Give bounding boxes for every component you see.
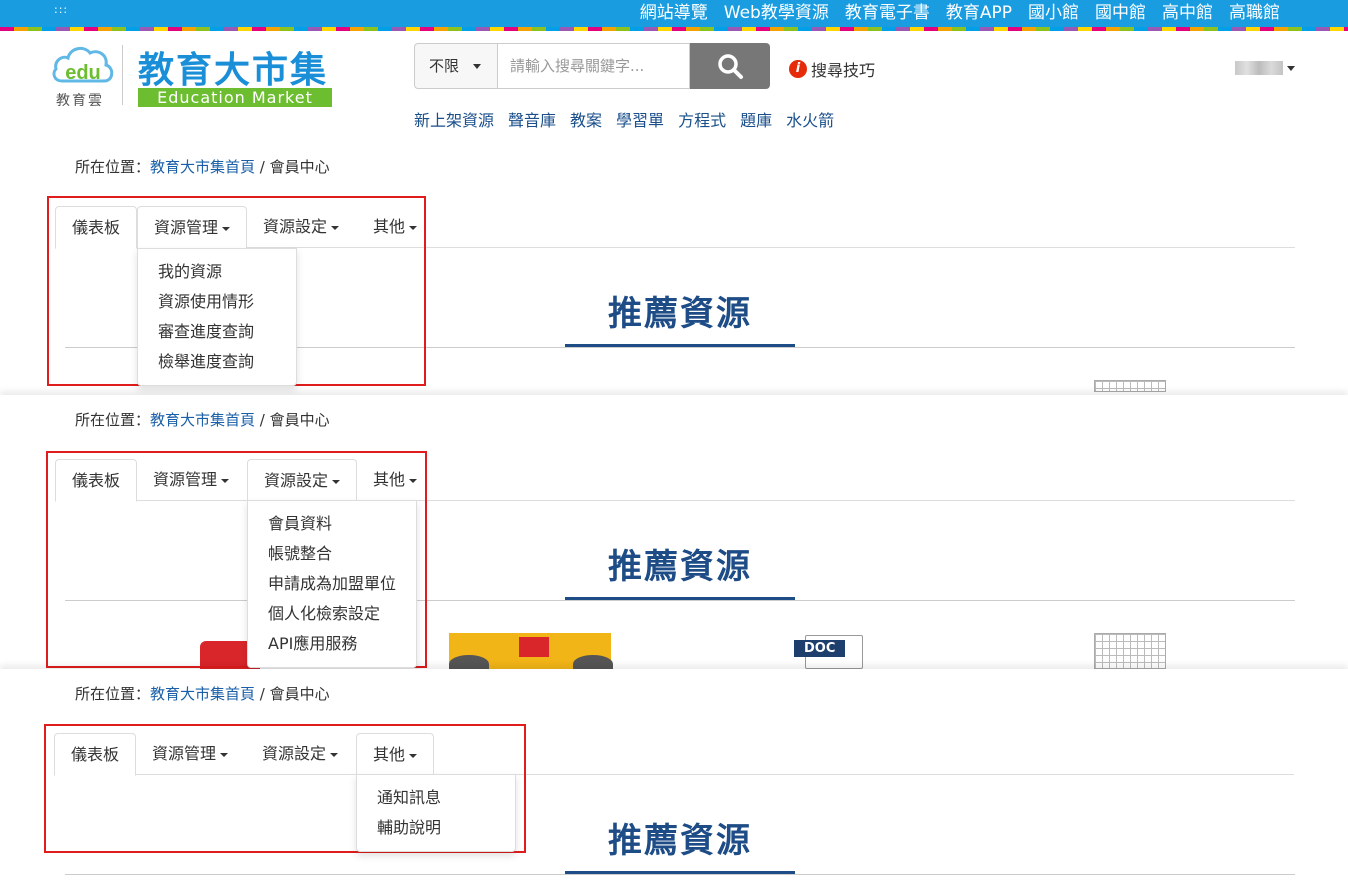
top-link-junior-high[interactable]: 國中館 <box>1095 1 1146 25</box>
breadcrumb-prefix: 所在位置： <box>75 411 151 429</box>
avatar <box>1235 61 1283 75</box>
resource-mgmt-menu: 我的資源 資源使用情形 審查進度查詢 檢舉進度查詢 <box>137 248 297 386</box>
search-bar: 不限 請輸入搜尋關鍵字... <box>414 43 770 89</box>
resource-settings-menu: 會員資料 帳號整合 申請成為加盟單位 個人化檢索設定 API應用服務 <box>247 500 417 668</box>
recommend-divider <box>65 874 1295 875</box>
breadcrumb-current: 會員中心 <box>269 158 330 176</box>
breadcrumb-separator: / <box>255 685 270 703</box>
svg-text:edu: edu <box>65 62 101 83</box>
menu-item-notifications[interactable]: 通知訊息 <box>357 783 515 813</box>
top-link-sitemap[interactable]: 網站導覽 <box>640 1 708 25</box>
other-menu: 通知訊息 輔助說明 <box>356 774 516 852</box>
top-link-vocational[interactable]: 高職館 <box>1229 1 1280 25</box>
panel-resource-settings: 所在位置：教育大市集首頁 / 會員中心 儀表板 資源管理 資源設定 其他 DOC… <box>0 395 1348 669</box>
top-link-senior-high[interactable]: 高中館 <box>1162 1 1213 25</box>
thumbnail-wheel <box>573 655 613 669</box>
resource-thumbnail[interactable] <box>1094 380 1166 392</box>
menu-item-account-link[interactable]: 帳號整合 <box>248 539 416 569</box>
thumbnail-badge <box>519 637 549 657</box>
menu-item-review-status[interactable]: 審查進度查詢 <box>138 317 296 347</box>
site-header: edu 教育雲 教育大市集 Education Market 不限 請輸入搜尋關… <box>0 31 1348 141</box>
search-icon <box>718 54 743 79</box>
doc-file-icon[interactable]: DOC <box>794 635 863 669</box>
menu-item-help[interactable]: 輔助說明 <box>357 813 515 843</box>
breadcrumb: 所在位置：教育大市集首頁 / 會員中心 <box>75 156 330 177</box>
quick-link-sound[interactable]: 聲音庫 <box>508 107 556 131</box>
quick-links: 新上架資源 聲音庫 教案 學習單 方程式 題庫 水火箭 <box>414 107 834 131</box>
search-tips-link[interactable]: i 搜尋技巧 <box>789 57 875 81</box>
user-menu[interactable] <box>1235 61 1295 75</box>
menu-item-api-service[interactable]: API應用服務 <box>248 629 416 659</box>
top-bar: ::: 網站導覽 Web教學資源 教育電子書 教育APP 國小館 國中館 高中館… <box>0 0 1348 27</box>
quick-link-water-rocket[interactable]: 水火箭 <box>786 107 834 131</box>
search-scope-value: 不限 <box>429 57 460 75</box>
recommend-underline <box>565 871 795 874</box>
quick-link-lesson-plan[interactable]: 教案 <box>570 107 602 131</box>
breadcrumb-prefix: 所在位置： <box>75 685 151 703</box>
doc-badge: DOC <box>794 640 846 657</box>
recommend-title: 推薦資源 <box>608 821 752 861</box>
breadcrumb-home-link[interactable]: 教育大市集首頁 <box>150 685 255 703</box>
breadcrumb-home-link[interactable]: 教育大市集首頁 <box>150 411 255 429</box>
menu-item-my-resources[interactable]: 我的資源 <box>138 257 296 287</box>
menu-item-personal-search[interactable]: 個人化檢索設定 <box>248 599 416 629</box>
recommend-title: 推薦資源 <box>608 294 752 334</box>
top-link-web-resources[interactable]: Web教學資源 <box>724 1 829 25</box>
chevron-down-icon <box>473 64 482 69</box>
site-title[interactable]: 教育大市集 <box>138 41 328 93</box>
search-input[interactable]: 請輸入搜尋關鍵字... <box>498 43 690 89</box>
resource-thumbnail[interactable] <box>1094 633 1166 669</box>
quick-link-worksheet[interactable]: 學習單 <box>616 107 664 131</box>
edu-cloud-label: 教育雲 <box>56 93 104 109</box>
logo-divider <box>122 45 123 105</box>
recommend-underline <box>565 344 795 347</box>
resource-thumbnail[interactable] <box>449 633 613 669</box>
quick-link-question-bank[interactable]: 題庫 <box>740 107 772 131</box>
info-icon: i <box>789 60 807 78</box>
breadcrumb-separator: / <box>255 158 270 176</box>
breadcrumb-current: 會員中心 <box>269 411 330 429</box>
menu-item-member-profile[interactable]: 會員資料 <box>248 509 416 539</box>
edu-cloud-logo[interactable]: edu 教育雲 <box>52 43 114 109</box>
breadcrumb-home-link[interactable]: 教育大市集首頁 <box>150 158 255 176</box>
accesskey-dots[interactable]: ::: <box>54 3 68 16</box>
quick-link-new[interactable]: 新上架資源 <box>414 107 494 131</box>
quick-link-equation[interactable]: 方程式 <box>678 107 726 131</box>
recommend-title: 推薦資源 <box>608 547 752 587</box>
search-tips-label: 搜尋技巧 <box>811 61 876 80</box>
menu-item-apply-partner[interactable]: 申請成為加盟單位 <box>248 569 416 599</box>
chevron-down-icon <box>1287 65 1295 71</box>
thumbnail-wheel <box>449 655 489 669</box>
breadcrumb-prefix: 所在位置： <box>75 158 151 176</box>
cloud-icon: edu <box>52 46 114 83</box>
menu-item-report-status[interactable]: 檢舉進度查詢 <box>138 347 296 377</box>
breadcrumb: 所在位置：教育大市集首頁 / 會員中心 <box>75 409 330 430</box>
top-link-app[interactable]: 教育APP <box>946 1 1012 25</box>
top-links: 網站導覽 Web教學資源 教育電子書 教育APP 國小館 國中館 高中館 高職館 <box>640 1 1280 25</box>
breadcrumb-separator: / <box>255 411 270 429</box>
breadcrumb-current: 會員中心 <box>269 685 330 703</box>
menu-item-resource-usage[interactable]: 資源使用情形 <box>138 287 296 317</box>
panel-other: 所在位置：教育大市集首頁 / 會員中心 儀表板 資源管理 資源設定 其他 通知訊… <box>0 669 1348 888</box>
top-link-elementary[interactable]: 國小館 <box>1028 1 1079 25</box>
search-scope-select[interactable]: 不限 <box>414 43 498 89</box>
breadcrumb: 所在位置：教育大市集首頁 / 會員中心 <box>75 683 330 704</box>
search-button[interactable] <box>690 43 770 89</box>
recommend-underline <box>565 597 795 600</box>
top-link-ebooks[interactable]: 教育電子書 <box>845 1 930 25</box>
site-subtitle: Education Market <box>138 88 332 107</box>
panel-resource-mgmt: 所在位置：教育大市集首頁 / 會員中心 儀表板 資源管理 資源設定 其他 我的資… <box>0 141 1348 395</box>
